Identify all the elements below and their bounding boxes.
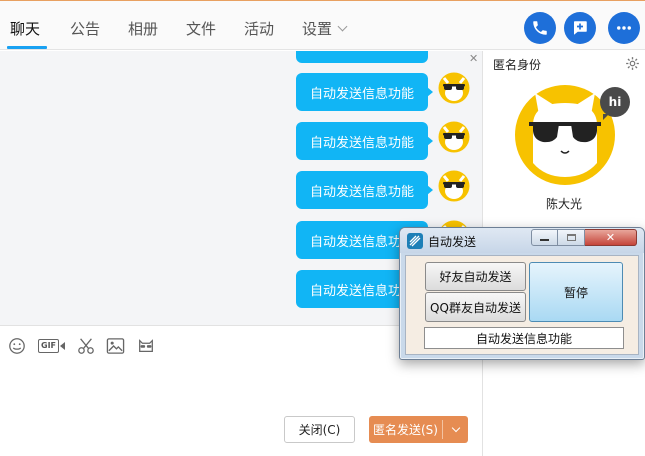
tab-album[interactable]: 相册 bbox=[128, 18, 158, 39]
tab-settings-label: 设置 bbox=[302, 20, 333, 38]
pause-button[interactable]: 暂停 bbox=[529, 262, 623, 322]
active-tab-indicator bbox=[7, 46, 47, 49]
phone-call-button[interactable] bbox=[524, 12, 556, 44]
more-options-button[interactable] bbox=[608, 12, 640, 44]
window-close-button[interactable]: ✕ bbox=[585, 229, 637, 246]
window-title: 自动发送 bbox=[428, 235, 477, 249]
hi-badge: hi bbox=[600, 87, 630, 120]
gear-icon[interactable] bbox=[625, 56, 640, 71]
phone-icon bbox=[533, 21, 547, 35]
message-text-field[interactable]: 自动发送信息功能 bbox=[424, 327, 624, 349]
maximize-button[interactable] bbox=[558, 229, 585, 246]
group-auto-send-button[interactable]: QQ群友自动发送 bbox=[425, 292, 526, 322]
tab-activity[interactable]: 活动 bbox=[244, 18, 274, 39]
screenshot-button[interactable] bbox=[76, 336, 96, 356]
message-bubble: 自动发送信息功能 bbox=[296, 171, 433, 209]
gif-button[interactable]: GIF bbox=[38, 336, 66, 356]
auto-send-window: 自动发送 ✕ 好友自动发送 QQ群友自动发送 暂停 自动发送信息功能 bbox=[399, 227, 645, 360]
chat-add-icon bbox=[574, 21, 587, 35]
tab-files[interactable]: 文件 bbox=[186, 18, 216, 39]
gif-label: GIF bbox=[38, 339, 60, 353]
maximize-icon bbox=[566, 234, 576, 241]
tab-bar: 聊天 公告 相册 文件 活动 设置 bbox=[0, 1, 645, 50]
sunglasses-cat-avatar-icon bbox=[438, 170, 470, 202]
chevron-down-icon bbox=[337, 21, 348, 32]
image-icon bbox=[106, 338, 125, 354]
cat-glasses-icon bbox=[139, 339, 153, 353]
close-icon: ✕ bbox=[605, 231, 616, 244]
minimize-button[interactable] bbox=[531, 229, 558, 246]
close-icon[interactable]: ✕ bbox=[469, 52, 478, 65]
tab-settings[interactable]: 设置 bbox=[302, 18, 348, 39]
sunglasses-cat-avatar-icon bbox=[438, 72, 470, 104]
tab-announcement[interactable]: 公告 bbox=[70, 18, 100, 39]
window-titlebar[interactable]: 自动发送 ✕ bbox=[400, 228, 644, 253]
more-tools-button[interactable] bbox=[137, 336, 155, 356]
friend-auto-send-button[interactable]: 好友自动发送 bbox=[425, 262, 526, 291]
send-label: 匿名发送(S) bbox=[373, 423, 438, 437]
image-button[interactable] bbox=[106, 336, 125, 356]
send-options-dropdown[interactable] bbox=[443, 416, 468, 443]
tab-chat[interactable]: 聊天 bbox=[10, 18, 40, 39]
emoji-button[interactable] bbox=[8, 336, 26, 356]
sunglasses-cat-avatar-icon bbox=[438, 121, 470, 153]
message-bubble: 自动发送信息功能 bbox=[296, 122, 433, 160]
add-chat-button[interactable] bbox=[564, 12, 596, 44]
message-bubble: 自动发送信息功能 bbox=[296, 73, 433, 111]
message-input[interactable] bbox=[0, 362, 482, 407]
minimize-icon bbox=[540, 239, 549, 241]
chevron-down-icon bbox=[451, 423, 460, 433]
window-body: 好友自动发送 QQ群友自动发送 暂停 自动发送信息功能 bbox=[405, 255, 639, 355]
panel-title: 匿名身份 bbox=[493, 58, 542, 72]
anonymous-name: 陈大光 bbox=[545, 197, 582, 211]
emoji-icon bbox=[9, 338, 25, 354]
more-dots-icon bbox=[617, 26, 631, 30]
message-bubble bbox=[296, 51, 428, 63]
app-logo-icon bbox=[407, 233, 423, 249]
scissors-icon bbox=[78, 338, 94, 354]
anonymous-send-button[interactable]: 匿名发送(S) bbox=[369, 416, 468, 443]
close-button[interactable]: 关闭(C) bbox=[284, 416, 355, 443]
gif-icon: GIF bbox=[38, 339, 66, 353]
